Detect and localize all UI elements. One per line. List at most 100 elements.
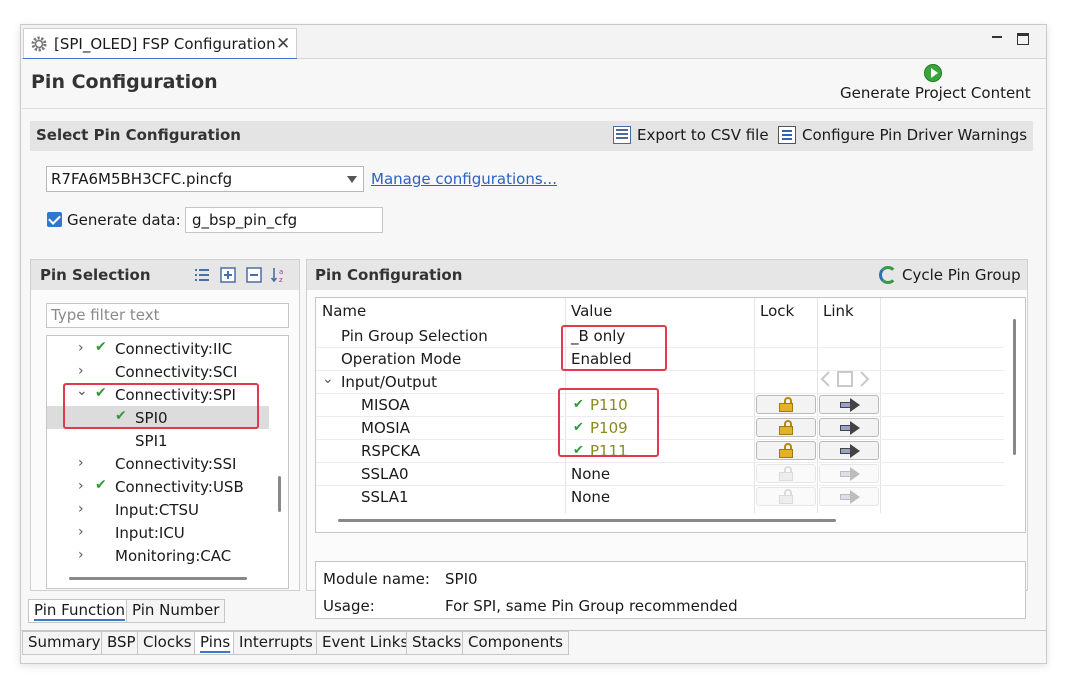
column-header-value[interactable]: Value xyxy=(571,302,612,320)
close-icon[interactable]: ✕ xyxy=(276,34,290,54)
collapse-all-icon[interactable] xyxy=(246,267,262,283)
tree-item-input-icu[interactable]: › Input:ICU xyxy=(47,521,269,544)
row-divider xyxy=(316,347,1004,348)
cycle-icon xyxy=(879,266,897,284)
generate-data-checkbox[interactable] xyxy=(47,212,62,227)
link-button[interactable] xyxy=(819,395,879,414)
tree-horizontal-scrollbar[interactable] xyxy=(69,577,247,580)
generate-data-label: Generate data: xyxy=(67,211,181,229)
list-view-icon[interactable] xyxy=(194,267,210,283)
page-header: Pin Configuration Generate Project Conte… xyxy=(22,59,1045,109)
pincfg-value: R7FA6M5BH3CFC.pincfg xyxy=(51,170,233,188)
row-value[interactable]: None xyxy=(571,465,610,483)
tree-item-connectivity-ssi[interactable]: › Connectivity:SSI xyxy=(47,452,269,475)
row-value[interactable]: Enabled xyxy=(571,350,632,368)
tree-item-monitoring-cac[interactable]: › Monitoring:CAC xyxy=(47,544,269,567)
tab-pin-function[interactable]: Pin Function xyxy=(28,599,131,623)
tab-pins[interactable]: Pins xyxy=(194,631,237,655)
chevron-right-icon[interactable]: › xyxy=(78,501,84,517)
tab-clocks[interactable]: Clocks xyxy=(137,631,198,655)
generate-data-input[interactable]: g_bsp_pin_cfg xyxy=(185,207,383,233)
column-header-name[interactable]: Name xyxy=(322,302,366,320)
expand-all-icon[interactable] xyxy=(220,267,236,283)
tree-item-connectivity-spi[interactable]: ⌄ ✔ Connectivity:SPI xyxy=(47,383,269,406)
chevron-down-icon[interactable]: ⌄ xyxy=(322,371,334,387)
tab-event-links[interactable]: Event Links xyxy=(316,631,415,655)
cycle-pin-group-label: Cycle Pin Group xyxy=(902,266,1021,284)
table-horizontal-scrollbar[interactable] xyxy=(338,519,836,522)
tab-components[interactable]: Components xyxy=(462,631,569,655)
link-button-disabled xyxy=(819,487,879,506)
spreadsheet-icon xyxy=(613,126,631,144)
check-icon: ✔ xyxy=(95,385,107,401)
page-title: Pin Configuration xyxy=(31,71,218,93)
tab-summary[interactable]: Summary xyxy=(22,631,107,655)
chevron-right-icon[interactable]: › xyxy=(78,340,84,356)
tree-item-connectivity-sci[interactable]: › Connectivity:SCI xyxy=(47,360,269,383)
play-green-icon[interactable] xyxy=(924,64,942,82)
lock-button[interactable] xyxy=(756,441,816,460)
tab-bsp[interactable]: BSP xyxy=(101,631,142,655)
row-value[interactable]: P110 xyxy=(590,396,628,414)
link-button[interactable] xyxy=(819,441,879,460)
row-name: Pin Group Selection xyxy=(341,327,488,345)
tab-interrupts[interactable]: Interrupts xyxy=(233,631,319,655)
manage-configurations-link[interactable]: Manage configurations... xyxy=(371,170,557,188)
row-name: RSPCKA xyxy=(361,442,421,460)
tree-item-spi1[interactable]: SPI1 xyxy=(47,429,269,452)
pin-configuration-title: Pin Configuration xyxy=(315,266,463,284)
tree-item-input-ctsu[interactable]: › Input:CTSU xyxy=(47,498,269,521)
editor-tab[interactable]: [SPI_OLED] FSP Configuration ✕ xyxy=(23,28,297,60)
module-name-label: Module name: xyxy=(323,570,430,588)
row-value[interactable]: None xyxy=(571,488,610,506)
column-header-link[interactable]: Link xyxy=(823,302,854,320)
minimize-icon[interactable] xyxy=(989,28,1005,46)
tree-item-spi0[interactable]: ✔ SPI0 xyxy=(47,406,269,429)
lock-button[interactable] xyxy=(756,418,816,437)
tree-item-label: SPI1 xyxy=(135,432,168,450)
chevron-right-icon[interactable]: › xyxy=(78,478,84,494)
tree-vertical-scrollbar[interactable] xyxy=(278,476,281,512)
arrow-right-icon xyxy=(840,398,860,412)
row-name: SSLA1 xyxy=(361,488,409,506)
tree-item-label: Connectivity:IIC xyxy=(115,340,233,358)
tree-item-label: Monitoring:CAC xyxy=(115,547,232,565)
pin-selection-panel: Pin Selection az Type filter text › ✔ Co… xyxy=(30,259,300,591)
pin-configuration-select[interactable]: R7FA6M5BH3CFC.pincfg xyxy=(46,166,364,192)
chevron-right-icon[interactable]: › xyxy=(78,547,84,563)
editor-tab-title: [SPI_OLED] FSP Configuration xyxy=(54,35,276,53)
row-name: MOSIA xyxy=(361,419,410,437)
chevron-down-icon[interactable]: ⌄ xyxy=(76,383,88,399)
filter-input[interactable]: Type filter text xyxy=(46,303,289,328)
chevron-right-icon[interactable]: › xyxy=(78,455,84,471)
row-value[interactable]: P109 xyxy=(590,419,628,437)
usage-value: For SPI, same Pin Group recommended xyxy=(445,597,738,615)
row-value[interactable]: _B only xyxy=(571,327,625,345)
arrow-right-icon xyxy=(840,421,860,435)
row-name: MISOA xyxy=(361,396,410,414)
chevron-right-icon[interactable]: › xyxy=(78,524,84,540)
tab-stacks[interactable]: Stacks xyxy=(406,631,468,655)
lock-icon xyxy=(779,466,793,481)
tree-item-connectivity-iic[interactable]: › ✔ Connectivity:IIC xyxy=(47,337,269,360)
row-value[interactable]: P111 xyxy=(590,442,628,460)
sort-az-icon[interactable]: az xyxy=(271,267,287,283)
tab-pin-number[interactable]: Pin Number xyxy=(126,599,226,623)
tree-item-connectivity-usb[interactable]: › ✔ Connectivity:USB xyxy=(47,475,269,498)
pin-selection-title: Pin Selection xyxy=(40,266,151,284)
arrow-right-icon xyxy=(840,467,860,481)
row-divider xyxy=(316,416,1004,417)
list-settings-icon xyxy=(778,126,796,144)
generate-project-content-button[interactable]: Generate Project Content xyxy=(840,84,1031,102)
lock-button[interactable] xyxy=(756,395,816,414)
column-header-lock[interactable]: Lock xyxy=(760,302,794,320)
tree-item-label: Connectivity:USB xyxy=(115,478,244,496)
arrow-right-icon xyxy=(840,444,860,458)
table-vertical-scrollbar[interactable] xyxy=(1013,319,1016,455)
arrow-right-icon xyxy=(840,490,860,504)
maximize-icon[interactable] xyxy=(1017,33,1029,45)
row-name: Operation Mode xyxy=(341,350,462,368)
chevron-right-icon[interactable]: › xyxy=(78,363,84,379)
link-button[interactable] xyxy=(819,418,879,437)
usage-label: Usage: xyxy=(323,597,375,615)
